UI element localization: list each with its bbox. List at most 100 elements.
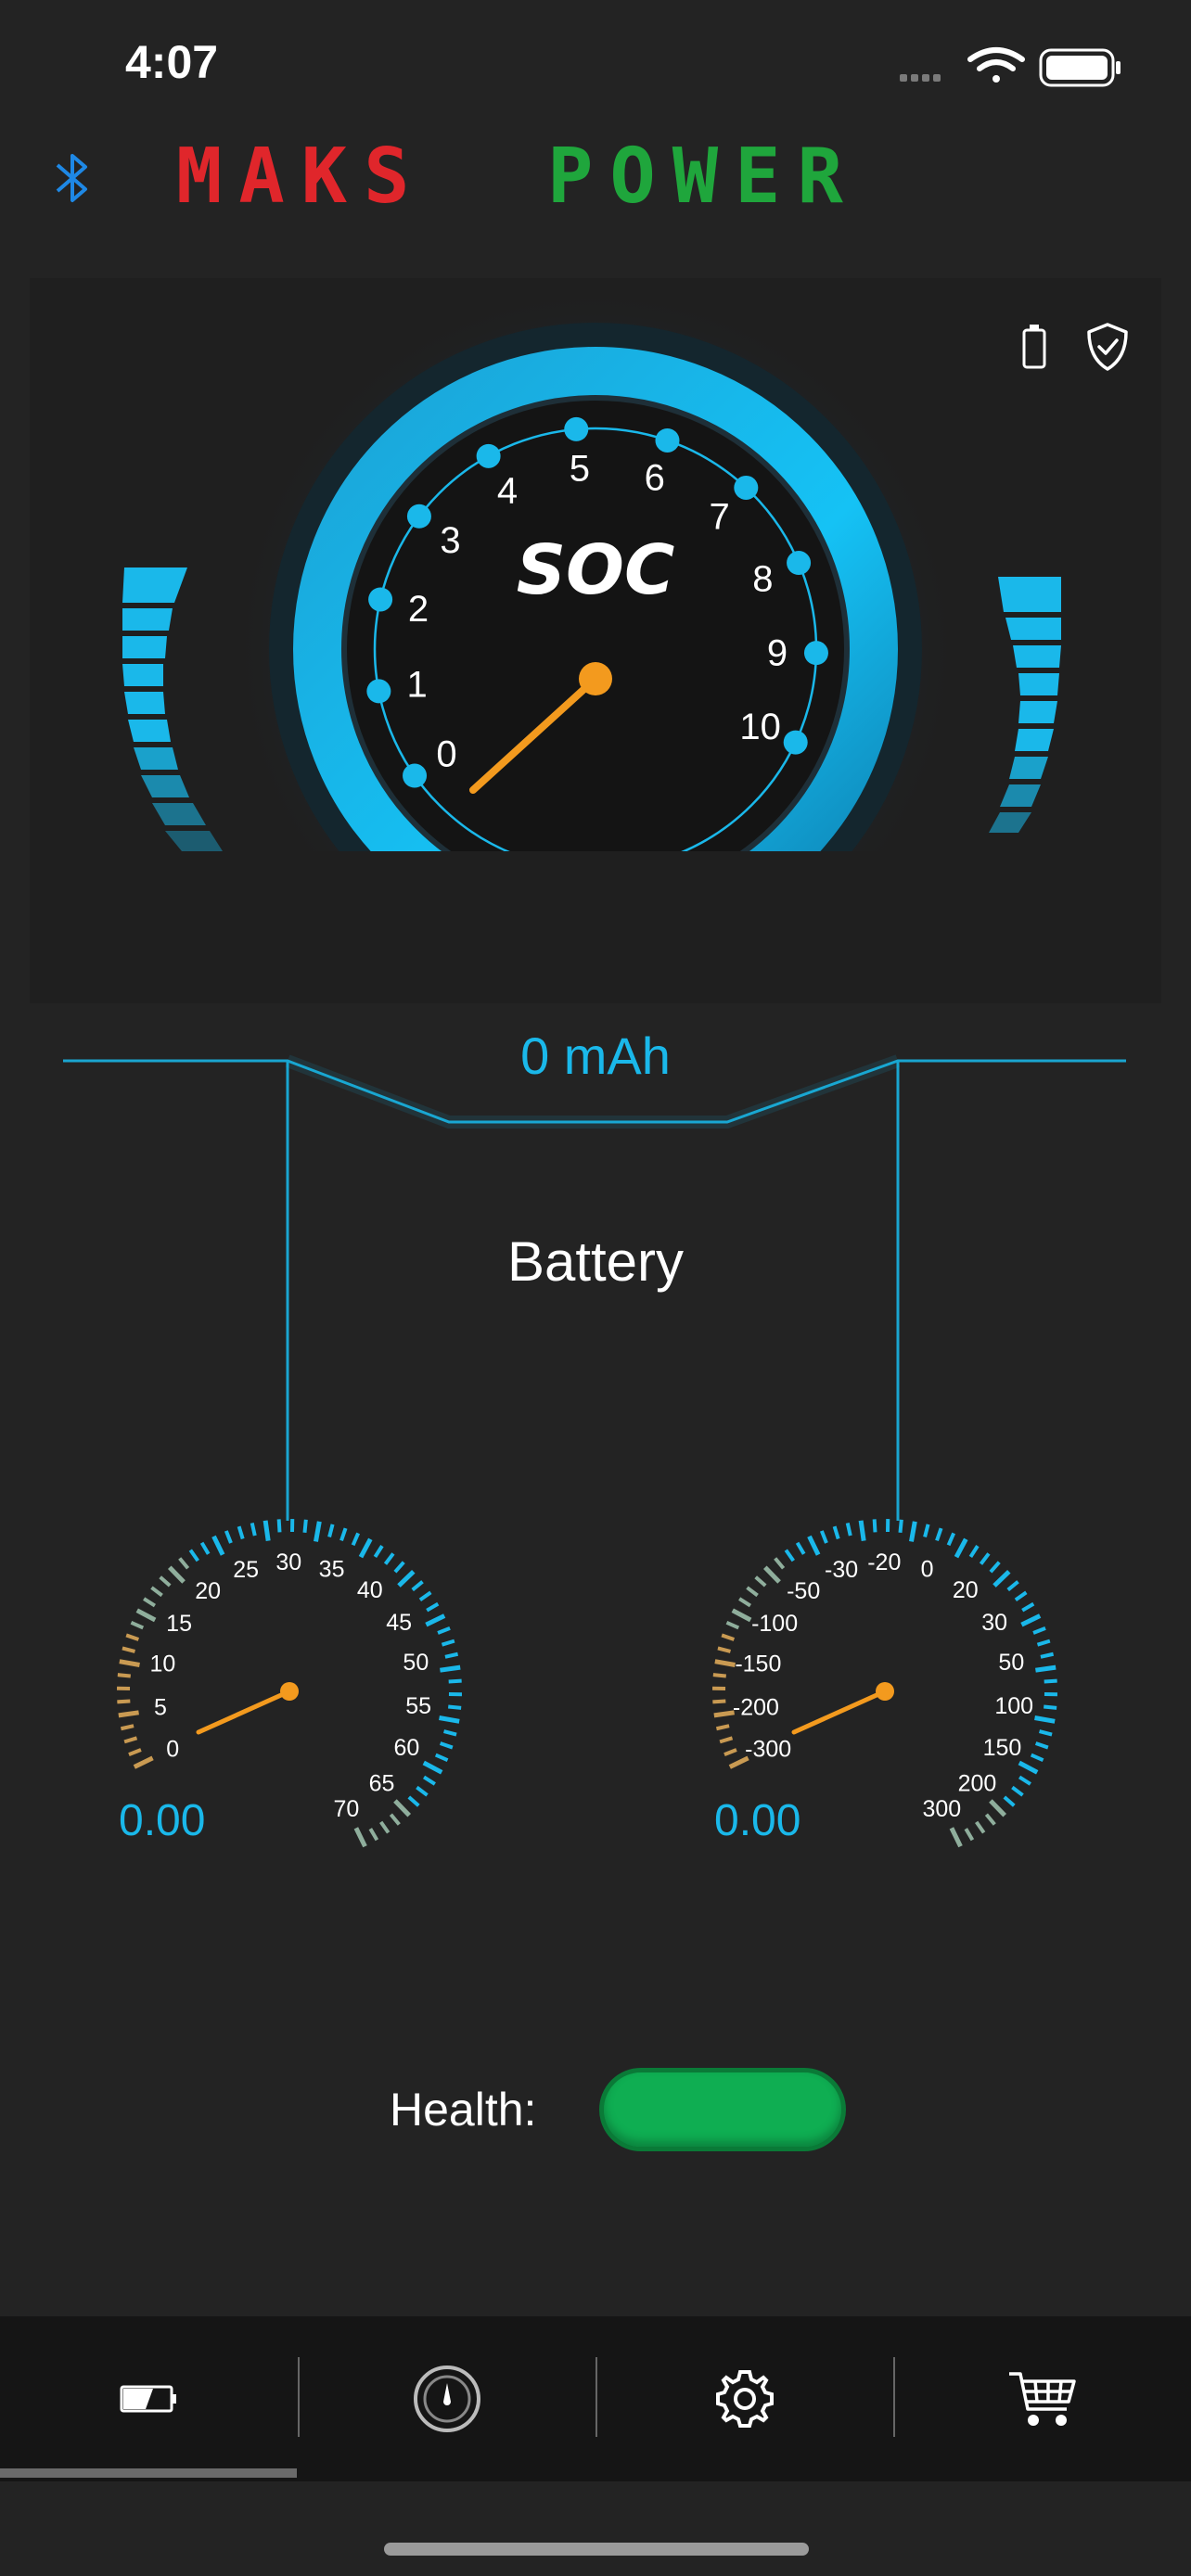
right-gauge-tick-label: -20 xyxy=(867,1549,901,1575)
gear-icon xyxy=(715,2370,774,2428)
right-gauge-tick-mark xyxy=(762,1565,781,1584)
left-gauge-tick-mark xyxy=(389,1813,401,1826)
left-gauge-tick-mark xyxy=(188,1549,199,1562)
right-gauge-tick-label: 20 xyxy=(953,1577,979,1603)
right-gauge-tick-mark xyxy=(1034,1715,1056,1724)
left-gauge-tick-mark xyxy=(339,1527,348,1542)
soc-gauge: 01 234 5 6 78 9 10 SOC xyxy=(30,287,1161,853)
health-label: Health: xyxy=(390,2084,537,2136)
right-gauge-tick-mark xyxy=(1034,1741,1049,1750)
right-gauge-tick-mark xyxy=(845,1522,852,1537)
right-gauge-tick-mark xyxy=(1003,1795,1016,1807)
cellular-signal-icon xyxy=(900,74,941,82)
left-level-bars xyxy=(122,567,223,851)
tab-shop[interactable] xyxy=(893,2316,1191,2481)
left-gauge-tick-label: 15 xyxy=(166,1611,192,1637)
right-gauge-tick-mark xyxy=(909,1521,917,1542)
left-gauge-tick-mark xyxy=(411,1580,424,1592)
right-gauge-tick-mark xyxy=(858,1520,866,1541)
right-gauge-tick-mark xyxy=(989,1799,1007,1817)
right-gauge-hub xyxy=(876,1682,894,1701)
left-gauge-tick-mark xyxy=(118,1710,139,1718)
right-gauge-tick-label: 150 xyxy=(983,1735,1022,1761)
left-gauge-tick-label: 30 xyxy=(275,1549,301,1575)
right-gauge-tick-mark xyxy=(946,1532,956,1547)
left-gauge-tick-mark xyxy=(167,1565,186,1584)
left-gauge-tick-mark xyxy=(224,1530,233,1544)
right-gauge-tick-mark xyxy=(795,1541,806,1555)
right-gauge-tick-label: 0 xyxy=(921,1557,934,1583)
left-gauge-tick-mark xyxy=(439,1741,454,1750)
soc-tick-dot xyxy=(476,443,501,468)
left-gauge-tick-mark xyxy=(440,1664,461,1673)
health-status-indicator xyxy=(599,2068,846,2151)
right-gauge-tick-mark xyxy=(1044,1678,1057,1684)
left-gauge-tick-label: 70 xyxy=(333,1796,359,1822)
left-gauge-tick-mark xyxy=(434,1753,449,1763)
left-gauge-tick-mark xyxy=(117,1673,131,1678)
left-gauge-tick-mark xyxy=(448,1704,462,1710)
right-gauge-tick-label: 200 xyxy=(958,1771,997,1797)
right-gauge-tick-mark xyxy=(1044,1704,1057,1710)
shield-check-icon[interactable] xyxy=(1087,323,1128,371)
left-gauge-tick-mark xyxy=(439,1715,460,1724)
right-gauge-tick-label: -300 xyxy=(745,1736,791,1762)
soc-tick-label: 1 xyxy=(406,664,427,705)
right-gauge-tick-mark xyxy=(721,1633,736,1641)
right-gauge-tick-label: 100 xyxy=(994,1693,1033,1719)
left-gauge-tick-mark xyxy=(425,1613,446,1627)
left-gauge-tick-mark xyxy=(358,1537,373,1559)
tab-gauge[interactable] xyxy=(298,2316,596,2481)
left-gauge-tick-mark xyxy=(353,1827,367,1848)
home-indicator[interactable] xyxy=(384,2543,809,2556)
left-gauge-tick-label: 10 xyxy=(149,1651,175,1677)
soc-label: SOC xyxy=(517,530,675,610)
right-gauge-tick-mark xyxy=(989,1561,1001,1574)
left-gauge-tick-mark xyxy=(379,1820,391,1834)
right-gauge-tick-mark xyxy=(1030,1753,1044,1763)
left-gauge-tick-mark xyxy=(383,1552,395,1565)
battery-status-icon xyxy=(1039,48,1121,87)
tab-battery[interactable] xyxy=(0,2316,298,2481)
tab-settings[interactable] xyxy=(596,2316,893,2481)
right-gauge-tick-label: -200 xyxy=(733,1694,779,1720)
right-gauge-tick-mark xyxy=(923,1524,930,1537)
left-gauge-tick-mark xyxy=(327,1524,335,1537)
soc-tick-dot xyxy=(734,475,759,500)
left-gauge-tick-mark xyxy=(199,1541,211,1555)
right-gauge-tick-mark xyxy=(784,1549,795,1562)
cart-icon xyxy=(1008,2372,1076,2426)
left-gauge-tick-mark xyxy=(133,1755,154,1769)
right-gauge-tick-mark xyxy=(774,1557,786,1570)
left-gauge-tick-mark xyxy=(276,1519,282,1533)
left-gauge-tick-mark xyxy=(443,1729,457,1737)
left-gauge-tick-mark xyxy=(393,1799,412,1817)
left-gauge-tick-mark xyxy=(416,1785,429,1797)
left-gauge-tick-mark xyxy=(143,1597,157,1608)
right-gauge-tick-mark xyxy=(1036,1639,1051,1647)
left-gauge-tick-label: 0 xyxy=(166,1736,179,1762)
battery-outline-icon[interactable] xyxy=(1022,325,1046,369)
battery-title: Battery xyxy=(506,1231,685,1293)
left-gauge-tick-mark xyxy=(178,1557,190,1570)
right-gauge-tick-mark xyxy=(738,1597,752,1608)
left-gauge-tick-mark xyxy=(314,1521,322,1542)
soc-tick-label: 8 xyxy=(752,558,773,599)
left-gauge-tick-label: 35 xyxy=(319,1557,345,1583)
brand-logo: MAKS POWER xyxy=(176,139,843,213)
left-gauge-tick-mark xyxy=(422,1760,443,1775)
left-gauge-tick-label: 25 xyxy=(233,1557,259,1583)
right-gauge-tick-mark xyxy=(968,1545,980,1559)
active-tab-indicator xyxy=(0,2468,297,2478)
bluetooth-icon[interactable] xyxy=(50,148,95,208)
right-gauge-tick-mark xyxy=(954,1537,968,1559)
soc-tick-dot xyxy=(803,641,828,666)
left-gauge-tick-mark xyxy=(119,1659,140,1667)
left-gauge-tick-mark xyxy=(351,1532,361,1547)
right-gauge-tick-label: -50 xyxy=(787,1578,820,1604)
left-gauge-tick-mark xyxy=(125,1633,140,1641)
right-gauge-tick-mark xyxy=(819,1530,828,1544)
left-gauge-hub xyxy=(280,1682,299,1701)
right-gauge-tick-mark xyxy=(717,1646,731,1653)
right-gauge-tick-mark xyxy=(746,1586,759,1598)
